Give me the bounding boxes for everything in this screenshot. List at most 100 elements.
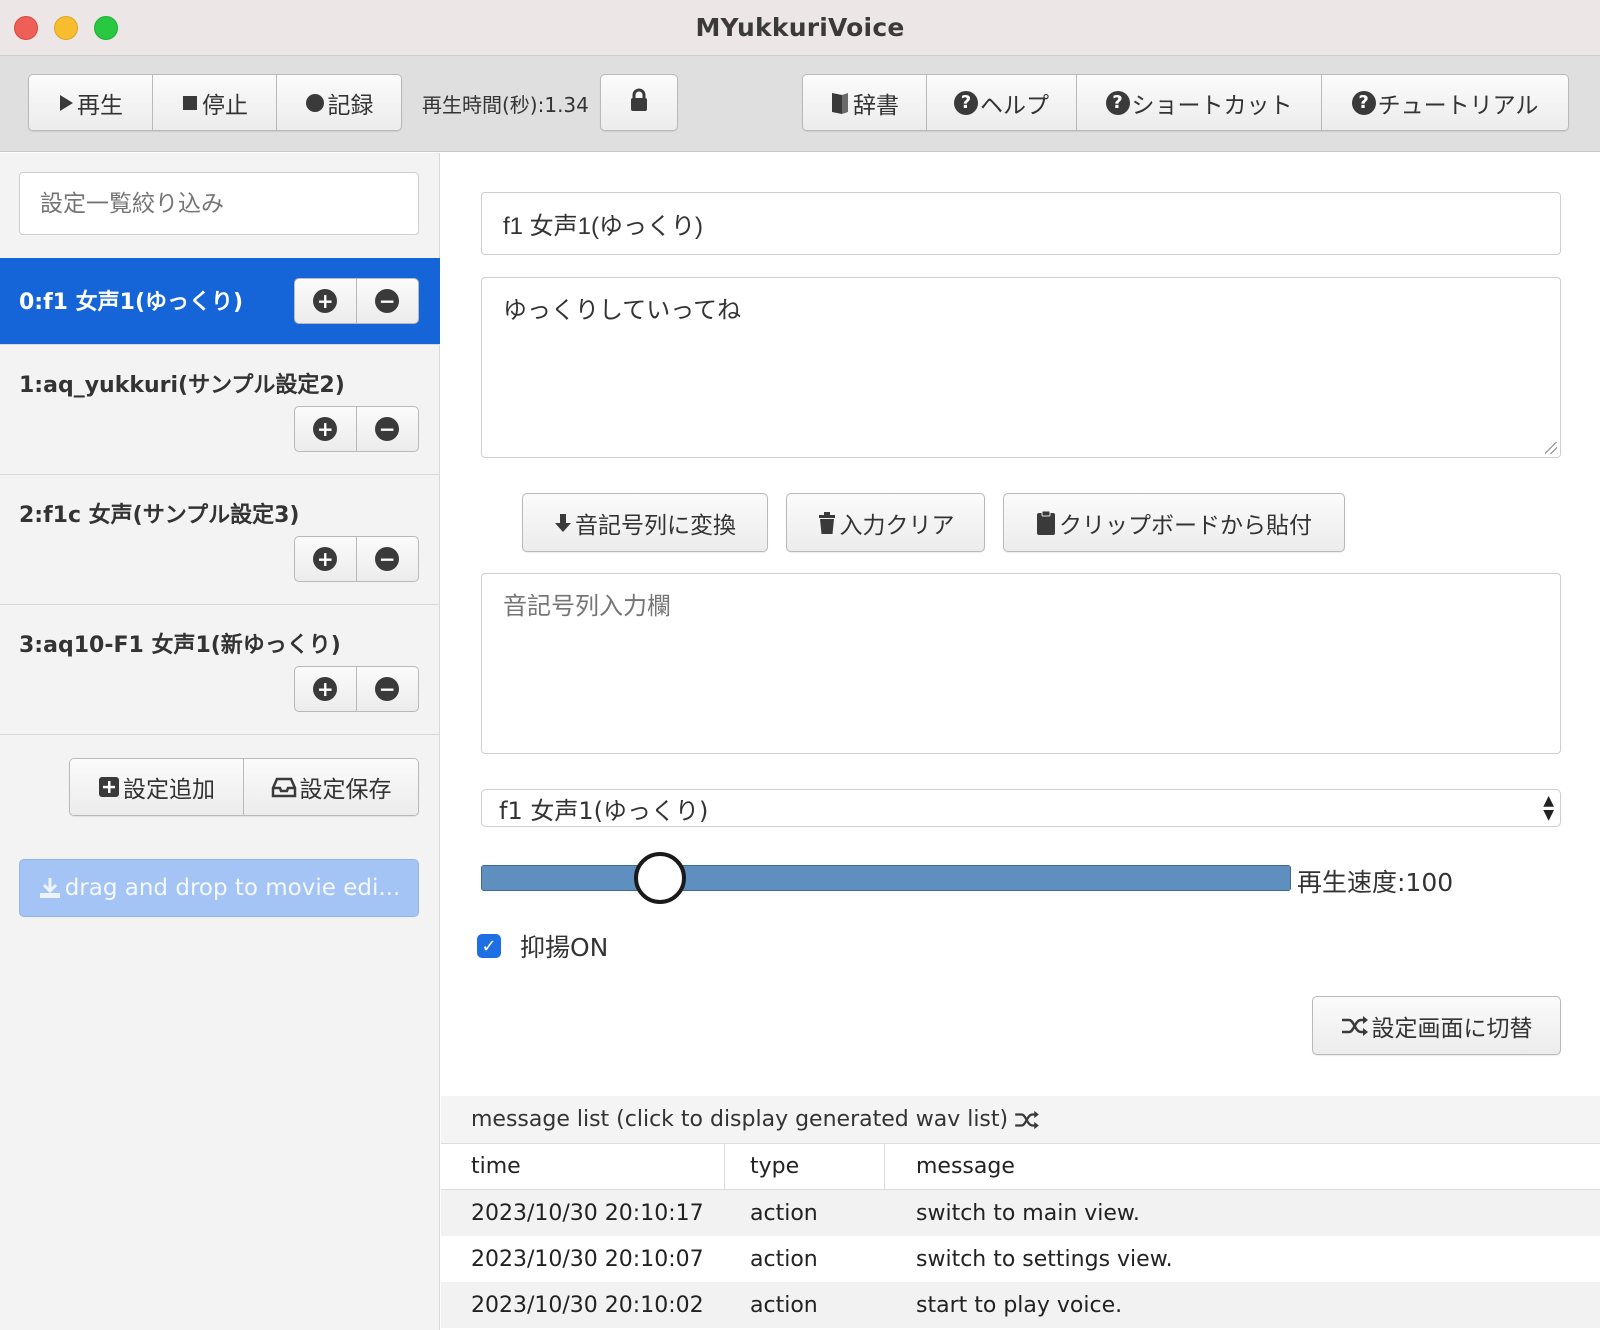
speech-text-value: ゆっくりしていってね [503, 296, 742, 324]
title-bar: MYukkuriVoice [0, 0, 1600, 56]
trash-icon [817, 511, 837, 535]
settings-list-item[interactable]: 2:f1c 女声(サンプル設定3) + − [0, 475, 440, 605]
drag-label: drag and drop to movie edi... [64, 875, 401, 901]
paste-from-clipboard-button[interactable]: クリップボードから貼付 [1003, 493, 1345, 552]
stop-label: 停止 [202, 92, 248, 119]
speed-slider[interactable] [481, 852, 1291, 904]
delete-setting-button[interactable]: − [357, 279, 419, 323]
shortcut-button[interactable]: ? ショートカット [1077, 75, 1322, 130]
inbox-icon [271, 776, 297, 798]
cell-time: 2023/10/30 20:10:07 [471, 1246, 704, 1272]
speech-text-area[interactable]: ゆっくりしていってね [481, 277, 1561, 458]
close-window-button[interactable] [14, 16, 38, 40]
record-button[interactable]: 記録 [277, 75, 401, 130]
settings-list-item[interactable]: 3:aq10-F1 女声1(新ゆっくり) + − [0, 605, 440, 735]
plus-circle-icon: + [313, 547, 338, 571]
minus-circle-icon: − [375, 417, 400, 441]
plus-circle-icon: + [313, 417, 338, 441]
voice-preset-select[interactable]: f1 女声1(ゆっくり) ▲ ▼ [481, 789, 1561, 827]
minus-circle-icon: − [375, 289, 400, 313]
message-list-header[interactable]: message list (click to display generated… [441, 1096, 1600, 1144]
shortcut-label: ショートカット [1131, 92, 1293, 119]
cell-time: 2023/10/30 20:10:02 [471, 1292, 704, 1318]
item-add-remove-group: + − [294, 536, 419, 582]
switch-to-settings-button[interactable]: 設定画面に切替 [1312, 996, 1561, 1055]
save-setting-button[interactable]: 設定保存 [244, 759, 418, 815]
cell-message: switch to main view. [916, 1200, 1140, 1226]
plus-circle-icon: + [313, 289, 338, 313]
column-header-message: message [916, 1154, 1015, 1179]
help-label: ヘルプ [980, 92, 1049, 119]
column-header-type: type [725, 1144, 885, 1189]
paste-label: クリップボードから貼付 [1059, 512, 1312, 539]
help-button[interactable]: ? ヘルプ [927, 75, 1077, 130]
setting-actions-group: 設定追加 設定保存 [69, 758, 419, 816]
delete-setting-button[interactable]: − [357, 407, 419, 451]
add-setting-button[interactable]: 設定追加 [70, 759, 244, 815]
delete-setting-button[interactable]: − [357, 667, 419, 711]
column-header-time: time [441, 1144, 725, 1189]
duplicate-setting-button[interactable]: + [295, 537, 357, 581]
clear-input-button[interactable]: 入力クリア [786, 493, 985, 552]
tutorial-button[interactable]: ? チュートリアル [1322, 75, 1568, 130]
message-table: time type message 2023/10/30 20:10:17 ac… [441, 1144, 1600, 1328]
switch-label: 設定画面に切替 [1371, 1015, 1533, 1042]
lock-button[interactable] [600, 74, 678, 131]
table-row: 2023/10/30 20:10:02 action start to play… [441, 1282, 1600, 1328]
item-add-remove-group: + − [294, 406, 419, 452]
question-icon: ? [1105, 90, 1130, 115]
settings-item-label: 3:aq10-F1 女声1(新ゆっくり) [19, 633, 341, 658]
stop-button[interactable]: 停止 [153, 75, 277, 130]
help-button-group: 辞書 ? ヘルプ ? ショートカット ? チュートリアル [802, 74, 1569, 131]
cell-type: action [750, 1292, 818, 1318]
duplicate-setting-button[interactable]: + [295, 279, 357, 323]
app-window: MYukkuriVoice 再生 停止 記録 再生時間(秒):1.34 辞書 ?… [0, 0, 1600, 1330]
plus-square-icon [98, 776, 120, 798]
tutorial-label: チュートリアル [1377, 92, 1539, 119]
plus-circle-icon: + [313, 677, 338, 701]
question-icon: ? [1351, 90, 1376, 115]
settings-item-label: 1:aq_yukkuri(サンプル設定2) [19, 373, 345, 398]
duplicate-setting-button[interactable]: + [295, 667, 357, 711]
main-panel: ゆっくりしていってね 音記号列に変換 入力クリア クリップボードから貼付 f1 … [441, 153, 1600, 1330]
question-icon: ? [954, 90, 978, 115]
settings-list-item[interactable]: 1:aq_yukkuri(サンプル設定2) + − [0, 345, 440, 475]
clipboard-icon [1036, 510, 1056, 536]
voice-name-input[interactable] [481, 192, 1561, 255]
cell-type: action [750, 1200, 818, 1226]
settings-filter-input[interactable] [19, 172, 419, 235]
message-list-title: message list (click to display generated… [471, 1107, 1009, 1132]
voice-preset-value: f1 女声1(ゆっくり) [499, 796, 709, 825]
drag-to-editor-button[interactable]: drag and drop to movie edi... [19, 859, 419, 917]
play-icon [58, 94, 74, 112]
checkbox-checked-icon[interactable]: ✓ [477, 934, 501, 958]
stop-icon [181, 94, 199, 112]
play-button[interactable]: 再生 [29, 75, 153, 130]
arrow-down-icon [554, 512, 572, 534]
table-header-row: time type message [441, 1144, 1600, 1190]
intonation-toggle[interactable]: ✓ 抑揚ON [477, 928, 608, 964]
cell-message: start to play voice. [916, 1292, 1123, 1318]
resize-grip-icon[interactable] [1545, 442, 1557, 454]
shuffle-icon [1014, 1110, 1040, 1130]
book-icon [830, 91, 850, 115]
cell-message: switch to settings view. [916, 1246, 1173, 1272]
table-row: 2023/10/30 20:10:07 action switch to set… [441, 1236, 1600, 1282]
play-label: 再生 [77, 92, 123, 119]
record-label: 記録 [327, 92, 374, 119]
toolbar: 再生 停止 記録 再生時間(秒):1.34 辞書 ? ヘルプ ? ショートカット… [0, 56, 1600, 152]
phonetic-input[interactable] [481, 573, 1561, 754]
maximize-window-button[interactable] [94, 16, 118, 40]
speed-slider-thumb[interactable] [633, 852, 686, 904]
select-arrows-icon: ▲ ▼ [1543, 793, 1554, 823]
minus-circle-icon: − [375, 547, 400, 571]
minimize-window-button[interactable] [54, 16, 78, 40]
dictionary-button[interactable]: 辞書 [803, 75, 927, 130]
delete-setting-button[interactable]: − [357, 537, 419, 581]
cell-time: 2023/10/30 20:10:17 [471, 1200, 704, 1226]
item-add-remove-group: + − [294, 666, 419, 712]
convert-to-phonetic-button[interactable]: 音記号列に変換 [522, 493, 768, 552]
table-row: 2023/10/30 20:10:17 action switch to mai… [441, 1190, 1600, 1236]
duplicate-setting-button[interactable]: + [295, 407, 357, 451]
settings-list-item[interactable]: 0:f1 女声1(ゆっくり) + − [0, 258, 440, 345]
